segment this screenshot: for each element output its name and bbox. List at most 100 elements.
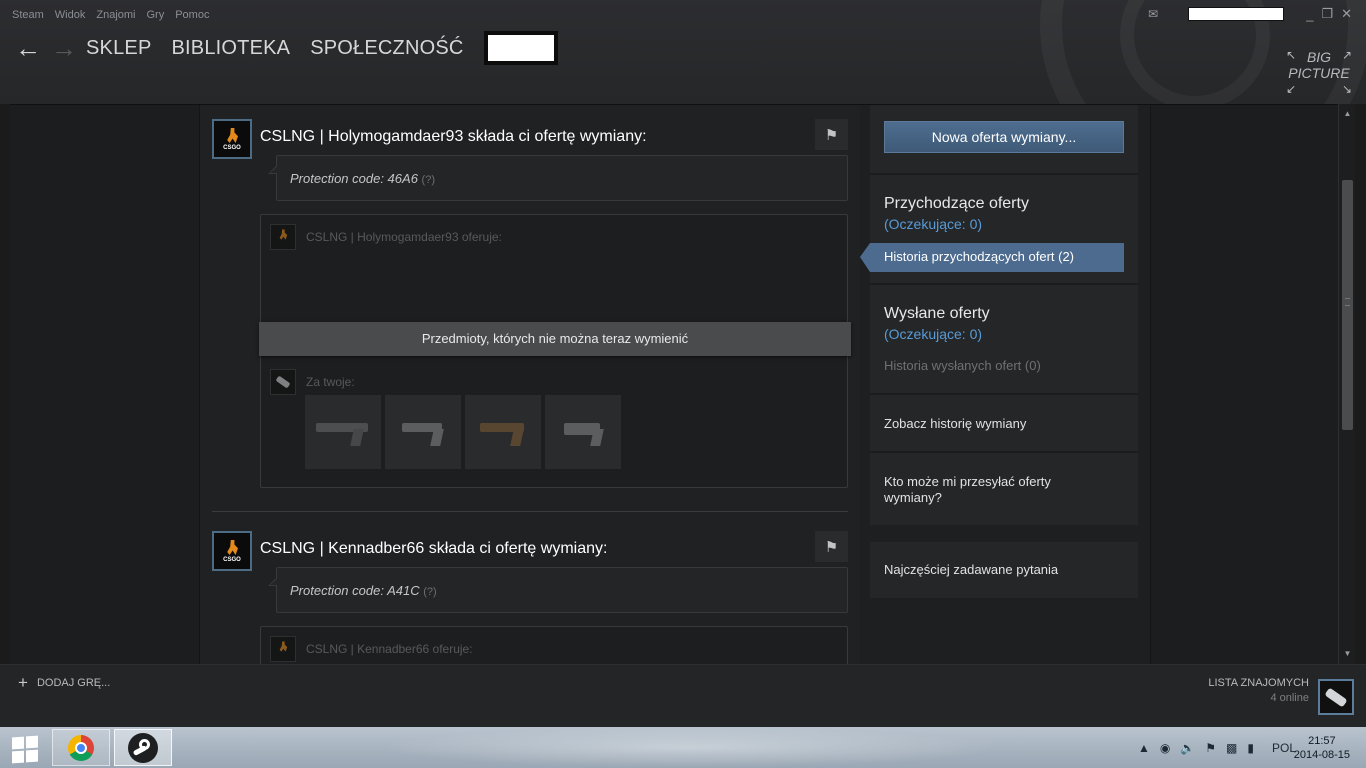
trade-items-box: CSLNG | Holymogamdaer93 oferuje: Przedmi…	[259, 214, 851, 488]
menu-friends[interactable]: Znajomi	[96, 9, 135, 21]
chrome-taskbar-button[interactable]	[52, 729, 110, 766]
report-flag-icon[interactable]: ⚑	[815, 531, 848, 562]
protection-bubble: Protection code: 46A6 (?)	[268, 155, 848, 201]
nav-library[interactable]: BIBLIOTEKA	[171, 37, 290, 60]
action-center-flag-icon[interactable]: ⚑	[1205, 741, 1216, 755]
item-slot[interactable]	[545, 395, 621, 469]
own-small-avatar	[270, 369, 296, 395]
nav-community[interactable]: SPOŁECZNOŚĆ	[310, 37, 463, 60]
offer-title: CSLNG | Holymogamdaer93 składa ci ofertę…	[260, 128, 647, 145]
input-language[interactable]: POL	[1272, 741, 1296, 755]
system-tray: ▲ ◉ 🔈 ⚑ ▩ ▮ POL	[1138, 727, 1296, 768]
csgo-logo-icon: CSGO	[221, 539, 243, 563]
friends-list-button[interactable]: LISTA ZNAJOMYCH	[1208, 677, 1309, 689]
add-game-label: DODAJ GRĘ...	[36, 677, 111, 689]
offer-title: CSLNG | Kennadber66 składa ci ofertę wym…	[260, 540, 608, 557]
volume-icon[interactable]: 🔈	[1180, 741, 1195, 755]
menu-view[interactable]: Widok	[55, 9, 86, 21]
your-items	[305, 395, 621, 469]
item-slot[interactable]	[305, 395, 381, 469]
faq-link[interactable]: Najczęściej zadawane pytania	[884, 562, 1058, 578]
selected-indicator	[860, 243, 870, 272]
expand-arrow-icon: ↘	[1341, 82, 1352, 96]
csgo-logo-icon	[275, 229, 290, 246]
content-area: CSGO CSLNG | Holymogamdaer93 składa ci o…	[10, 104, 1338, 664]
minimize-button[interactable]: _	[1306, 7, 1313, 22]
steam-icon	[128, 732, 158, 763]
rifle-icon	[314, 417, 372, 447]
your-items-label: Za twoje:	[306, 375, 355, 389]
help-link[interactable]: (?)	[423, 586, 436, 598]
trade-permissions-link[interactable]: Kto może mi przesyłać oferty wymiany?	[884, 474, 1104, 506]
user-avatar[interactable]	[1318, 679, 1354, 715]
faq-panel: Najczęściej zadawane pytania	[870, 542, 1138, 598]
pistol-icon	[474, 417, 532, 447]
partner-small-avatar	[270, 224, 296, 250]
network-signal-icon[interactable]: ▩	[1226, 741, 1237, 755]
steam-taskbar-button[interactable]	[114, 729, 172, 766]
scroll-up-arrow-icon[interactable]: ▲	[1339, 106, 1356, 122]
sidebar-panel: Nowa oferta wymiany... Przychodzące ofer…	[860, 105, 1138, 525]
friends-online-count: 4 online	[1270, 692, 1309, 704]
big-picture-button[interactable]: ↖ ↗ ↙ ↘ BIG PICTURE	[1286, 46, 1352, 98]
scroll-down-arrow-icon[interactable]: ▼	[1339, 646, 1356, 662]
csgo-logo-icon: CSGO	[221, 127, 243, 151]
tray-steam-icon[interactable]: ◉	[1160, 741, 1170, 755]
chrome-icon	[68, 734, 94, 761]
trade-offers-list: CSGO CSLNG | Holymogamdaer93 składa ci o…	[200, 105, 860, 664]
plus-icon: +	[18, 673, 28, 692]
offer-divider	[212, 511, 848, 512]
protection-code: Protection code: 46A6 (?)	[290, 171, 435, 186]
help-link[interactable]: (?)	[422, 174, 435, 186]
steam-header: Steam Widok Znajomi Gry Pomoc ✉ _ ❐ ✕ ← …	[0, 0, 1366, 104]
window-controls: ✉ _ ❐ ✕	[1148, 6, 1352, 22]
incoming-offers-heading[interactable]: Przychodzące oferty	[884, 195, 1029, 213]
partner-avatar[interactable]: CSGO	[212, 531, 252, 571]
item-slot[interactable]	[385, 395, 461, 469]
partner-offers-label: CSLNG | Holymogamdaer93 oferuje:	[306, 230, 502, 244]
menu-bar: Steam Widok Znajomi Gry Pomoc	[12, 9, 220, 21]
right-gutter	[1150, 105, 1338, 664]
main-nav: ← → SKLEP BIBLIOTEKA SPOŁECZNOŚĆ	[10, 30, 558, 66]
menu-games[interactable]: Gry	[146, 9, 164, 21]
expand-arrow-icon: ↙	[1286, 82, 1297, 96]
close-button[interactable]: ✕	[1341, 6, 1352, 22]
sent-history-link[interactable]: Historia wysłanych ofert (0)	[884, 358, 1041, 373]
incoming-pending-count[interactable]: (Oczekujące: 0)	[884, 216, 982, 232]
left-gutter	[10, 105, 200, 664]
tray-expand-icon[interactable]: ▲	[1138, 741, 1150, 755]
big-picture-line2: PICTURE	[1288, 65, 1350, 81]
add-game-button[interactable]: + DODAJ GRĘ...	[18, 673, 111, 692]
report-flag-icon[interactable]: ⚑	[815, 119, 848, 150]
protection-bubble: Protection code: A41C (?)	[268, 567, 848, 613]
item-slot[interactable]	[465, 395, 541, 469]
notification-icon[interactable]: ✉	[1148, 7, 1158, 21]
nav-store[interactable]: SKLEP	[86, 37, 151, 60]
trade-offer: CSGO CSLNG | Kennadber66 składa ci ofert…	[212, 531, 848, 664]
partner-avatar[interactable]: CSGO	[212, 119, 252, 159]
new-trade-offer-button[interactable]: Nowa oferta wymiany...	[884, 121, 1124, 153]
trade-items-box: CSLNG | Kennadber66 oferuje:	[260, 626, 848, 664]
nav-username-redacted[interactable]	[483, 31, 558, 65]
restore-button[interactable]: ❐	[1321, 6, 1333, 22]
incoming-history-link[interactable]: Historia przychodzących ofert (2)	[870, 243, 1124, 272]
protection-code: Protection code: A41C (?)	[290, 583, 437, 598]
menu-help[interactable]: Pomoc	[175, 9, 209, 21]
account-name-redacted[interactable]	[1188, 7, 1285, 21]
vertical-scrollbar[interactable]: ▲ ▼	[1338, 104, 1355, 664]
sent-offers-heading[interactable]: Wysłane oferty	[884, 305, 990, 323]
smg-icon	[554, 417, 612, 447]
back-arrow-icon[interactable]: ←	[10, 33, 46, 63]
system-clock[interactable]: 21:57 2014-08-15	[1294, 734, 1350, 762]
untradable-banner: Przedmioty, których nie można teraz wymi…	[259, 322, 851, 356]
scroll-thumb[interactable]	[1342, 180, 1353, 430]
sent-pending-count[interactable]: (Oczekujące: 0)	[884, 326, 982, 342]
partner-small-avatar	[270, 636, 296, 662]
trade-history-link[interactable]: Zobacz historię wymiany	[884, 416, 1026, 432]
windows-start-icon[interactable]	[6, 733, 42, 764]
steam-footer: + DODAJ GRĘ... LISTA ZNAJOMYCH 4 online	[0, 664, 1366, 727]
menu-steam[interactable]: Steam	[12, 9, 44, 21]
battery-icon[interactable]: ▮	[1247, 741, 1254, 755]
trade-offer: CSGO CSLNG | Holymogamdaer93 składa ci o…	[212, 119, 851, 491]
forward-arrow-icon[interactable]: →	[46, 33, 82, 63]
